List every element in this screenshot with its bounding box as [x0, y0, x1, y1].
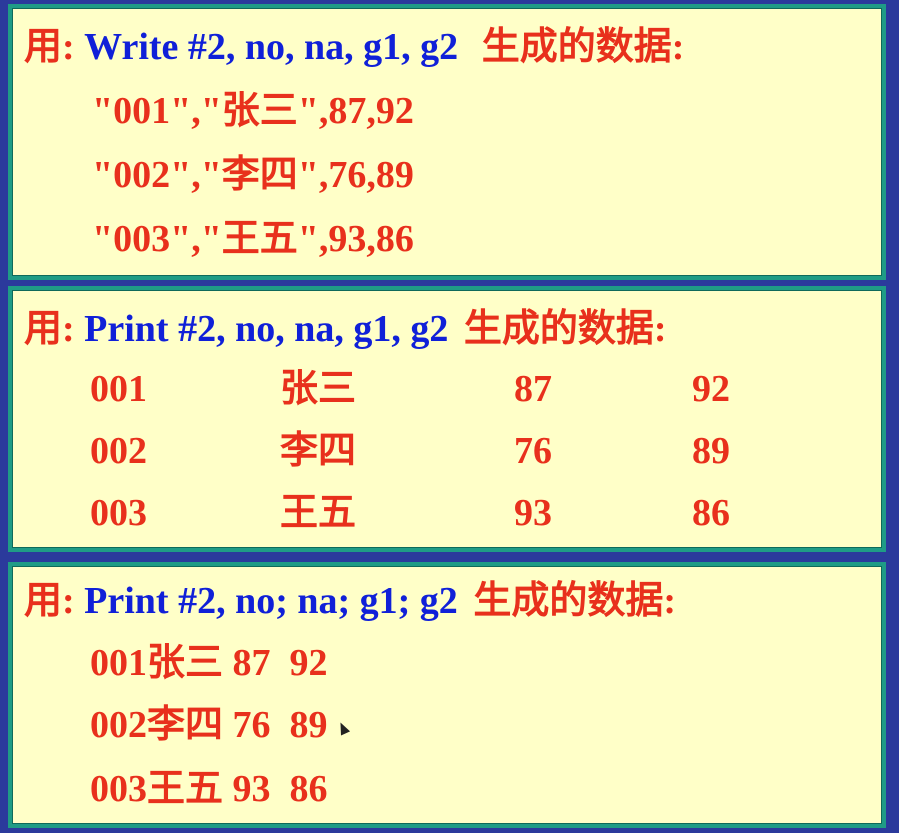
write-output-line-1: "001","张三",87,92 — [92, 90, 414, 132]
write-output-line-3: "003","王五",93,86 — [92, 218, 414, 260]
print-comma-heading: 用: Print #2, no, na, g1, g2 生成的数据: — [24, 310, 667, 348]
heading-command: Print #2, no, na, g1, g2 — [84, 308, 449, 350]
cell-g2: 86 — [692, 492, 730, 534]
heading-prefix: 用: — [24, 26, 75, 68]
heading-prefix: 用: — [24, 580, 75, 622]
cell-g1: 93 — [514, 492, 552, 534]
heading-command: Print #2, no; na; g1; g2 — [84, 580, 458, 622]
print-semicolon-line-2: 002李四 76 89 — [90, 704, 328, 746]
heading-suffix: 生成的数据: — [463, 308, 667, 350]
print-semicolon-heading: 用: Print #2, no; na; g1; g2 生成的数据: — [24, 582, 676, 620]
cell-no: 001 — [90, 368, 147, 410]
cell-no: 002 — [90, 430, 147, 472]
print-semicolon-panel: 用: Print #2, no; na; g1; g2 生成的数据: 001张三… — [8, 562, 886, 828]
print-semicolon-line-3: 003王五 93 86 — [90, 768, 328, 810]
cell-name: 李四 — [280, 430, 357, 472]
cell-g1: 87 — [514, 368, 552, 410]
heading-suffix: 生成的数据: — [481, 26, 685, 68]
heading-suffix: 生成的数据: — [473, 580, 676, 622]
heading-prefix: 用: — [24, 308, 75, 350]
cell-g2: 89 — [692, 430, 730, 472]
cell-no: 003 — [90, 492, 147, 534]
cell-g2: 92 — [692, 368, 730, 410]
heading-command: Write #2, no, na, g1, g2 — [84, 26, 459, 68]
mouse-cursor-icon — [335, 720, 351, 736]
print-comma-panel: 用: Print #2, no, na, g1, g2 生成的数据: 001 张… — [8, 286, 886, 552]
write-output-line-2: "002","李四",76,89 — [92, 154, 414, 196]
write-heading: 用: Write #2, no, na, g1, g2 生成的数据: — [24, 28, 684, 66]
cell-name: 王五 — [280, 492, 357, 534]
print-semicolon-line-1: 001张三 87 92 — [90, 642, 328, 684]
cell-name: 张三 — [280, 368, 357, 410]
cell-g1: 76 — [514, 430, 552, 472]
write-panel: 用: Write #2, no, na, g1, g2 生成的数据: "001"… — [8, 4, 886, 280]
